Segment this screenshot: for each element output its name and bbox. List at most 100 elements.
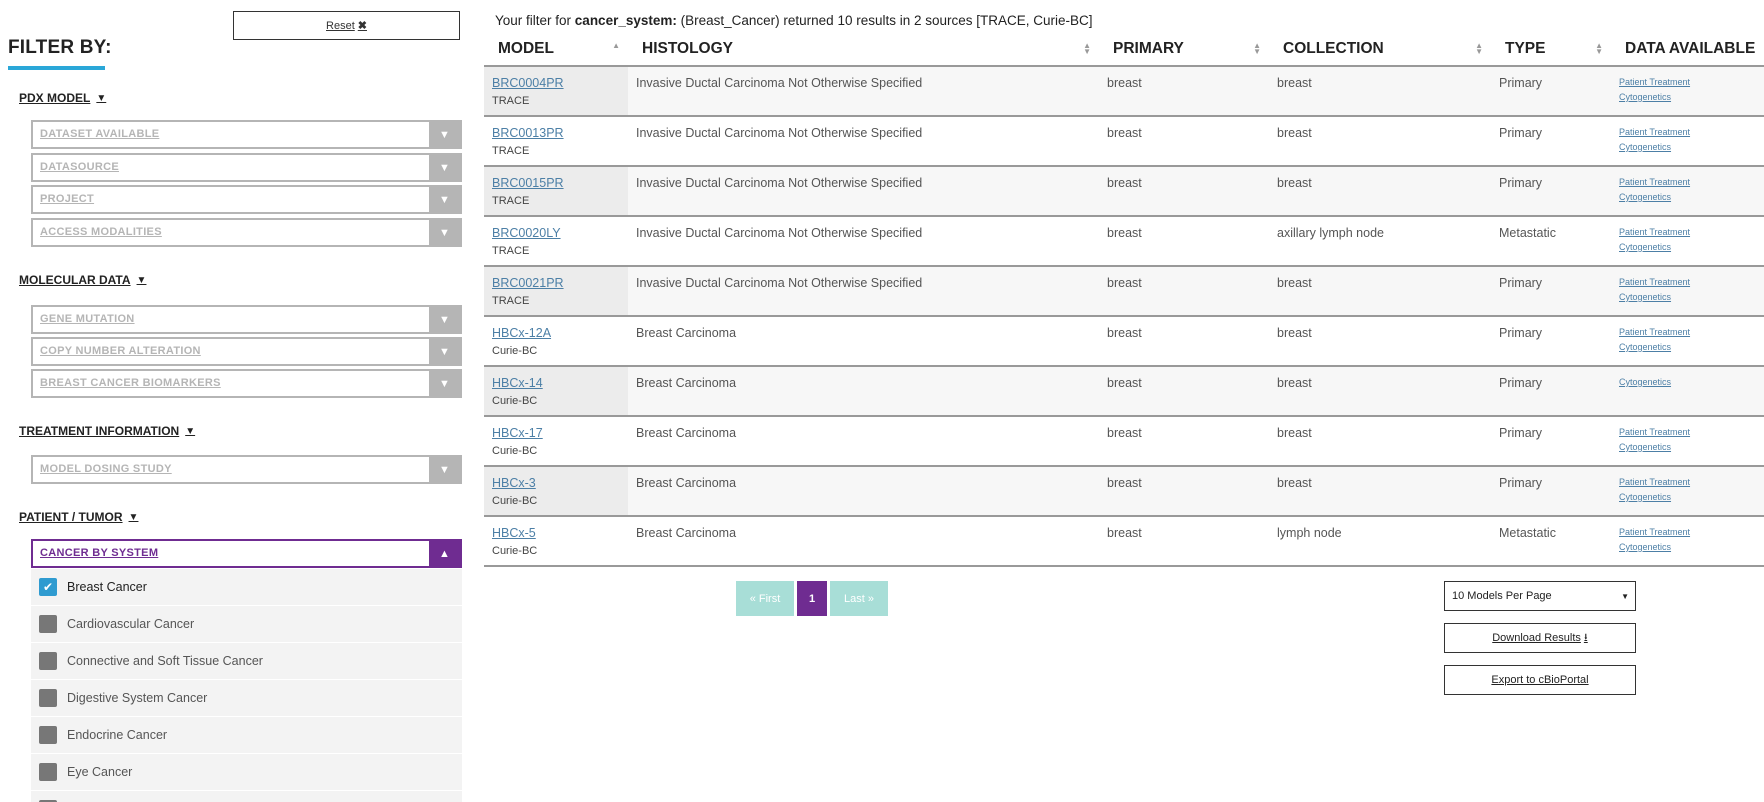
checkbox[interactable] bbox=[39, 615, 57, 633]
column-header[interactable]: DATA AVAILABLE bbox=[1611, 33, 1764, 67]
dropdown-datasource[interactable]: DATASOURCE ▼ bbox=[31, 153, 462, 182]
chevron-down-icon[interactable]: ▼ bbox=[429, 220, 460, 245]
data-available-link[interactable]: Cytogenetics bbox=[1619, 239, 1764, 256]
data-available-link[interactable]: Cytogenetics bbox=[1619, 439, 1764, 456]
data-available-cell: Patient Treatment Cytogenetics bbox=[1611, 66, 1764, 117]
model-cell: HBCx-5 Curie-BC bbox=[484, 516, 628, 567]
sort-icon[interactable]: ▲ ▼ bbox=[1595, 42, 1603, 56]
checkbox[interactable] bbox=[39, 726, 57, 744]
checkbox-option[interactable]: ✔ Breast Cancer bbox=[31, 569, 462, 606]
download-results-button[interactable]: Download Results ⭳ bbox=[1444, 623, 1636, 653]
data-available-link[interactable]: Cytogenetics bbox=[1619, 89, 1764, 106]
model-link[interactable]: BRC0004PR bbox=[492, 76, 628, 90]
checkbox-option[interactable]: Cardiovascular Cancer bbox=[31, 606, 462, 643]
column-header-label: PRIMARY bbox=[1113, 40, 1184, 57]
dropdown-dataset-available[interactable]: DATASET AVAILABLE ▼ bbox=[31, 120, 462, 149]
checkbox-option[interactable]: Connective and Soft Tissue Cancer bbox=[31, 643, 462, 680]
primary-cell: breast bbox=[1099, 516, 1269, 567]
chevron-down-icon[interactable]: ▼ bbox=[429, 187, 460, 212]
per-page-select[interactable]: 10 Models Per Page ▼ bbox=[1444, 581, 1636, 611]
dropdown-cancer-by-system[interactable]: CANCER BY SYSTEM ▲ bbox=[31, 539, 462, 568]
pager-first-button[interactable]: « First bbox=[736, 581, 794, 616]
check-icon: ✔ bbox=[42, 580, 54, 594]
checkbox-option[interactable] bbox=[31, 791, 462, 802]
data-available-cell: Patient Treatment Cytogenetics bbox=[1611, 466, 1764, 517]
column-header[interactable]: MODEL ▲ bbox=[484, 33, 628, 67]
checkbox[interactable] bbox=[39, 763, 57, 781]
sort-icon[interactable]: ▲ ▼ bbox=[1475, 42, 1483, 56]
data-available-link[interactable]: Cytogenetics bbox=[1619, 189, 1764, 206]
checkbox[interactable] bbox=[39, 652, 57, 670]
model-link[interactable]: BRC0020LY bbox=[492, 226, 628, 240]
sort-icon[interactable]: ▲ ▼ bbox=[1253, 42, 1261, 56]
collection-cell: breast bbox=[1269, 316, 1491, 367]
data-available-link[interactable]: Cytogenetics bbox=[1619, 539, 1764, 556]
model-link[interactable]: HBCx-17 bbox=[492, 426, 628, 440]
dropdown-label: CANCER BY SYSTEM bbox=[40, 547, 159, 559]
model-link[interactable]: HBCx-14 bbox=[492, 376, 628, 390]
section-treatment-information[interactable]: TREATMENT INFORMATION ▼ bbox=[19, 424, 195, 438]
model-source: Curie-BC bbox=[492, 495, 538, 507]
chevron-down-icon[interactable]: ▼ bbox=[429, 339, 460, 364]
pager-last-button[interactable]: Last » bbox=[830, 581, 888, 616]
checkbox-checked[interactable]: ✔ bbox=[39, 578, 57, 596]
section-patient-tumor[interactable]: PATIENT / TUMOR ▼ bbox=[19, 510, 138, 524]
model-link[interactable]: HBCx-12A bbox=[492, 326, 628, 340]
checkbox-label: Eye Cancer bbox=[67, 765, 133, 779]
table-row: BRC0004PR TRACE Invasive Ductal Carcinoma … bbox=[484, 66, 1764, 117]
data-available-link[interactable]: Cytogenetics bbox=[1619, 289, 1764, 306]
model-source: TRACE bbox=[492, 145, 530, 157]
checkbox-option[interactable]: Digestive System Cancer bbox=[31, 680, 462, 717]
data-available-cell: Patient Treatment Cytogenetics bbox=[1611, 416, 1764, 467]
model-source: Curie-BC bbox=[492, 345, 538, 357]
column-header[interactable]: PRIMARY ▲ ▼ bbox=[1099, 33, 1269, 67]
per-page-value: 10 Models Per Page bbox=[1452, 590, 1552, 602]
summary-field: cancer_system: bbox=[574, 13, 677, 28]
data-available-link[interactable]: Cytogenetics bbox=[1619, 489, 1764, 506]
chevron-down-icon[interactable]: ▼ bbox=[429, 307, 460, 332]
primary-cell: breast bbox=[1099, 66, 1269, 117]
checkbox-option[interactable]: Endocrine Cancer bbox=[31, 717, 462, 754]
dropdown-project[interactable]: PROJECT ▼ bbox=[31, 185, 462, 214]
model-source: TRACE bbox=[492, 245, 530, 257]
model-link[interactable]: BRC0013PR bbox=[492, 126, 628, 140]
dropdown-label: BREAST CANCER BIOMARKERS bbox=[40, 377, 221, 389]
collection-cell: breast bbox=[1269, 366, 1491, 417]
section-label: TREATMENT INFORMATION bbox=[19, 424, 180, 438]
dropdown-gene-mutation[interactable]: GENE MUTATION ▼ bbox=[31, 305, 462, 334]
chevron-down-icon[interactable]: ▼ bbox=[429, 457, 460, 482]
column-header[interactable]: COLLECTION ▲ ▼ bbox=[1269, 33, 1491, 67]
section-pdx-model[interactable]: PDX MODEL ▼ bbox=[19, 91, 106, 105]
column-header[interactable]: HISTOLOGY ▲ ▼ bbox=[628, 33, 1099, 67]
data-available-link[interactable]: Cytogenetics bbox=[1619, 374, 1764, 391]
primary-cell: breast bbox=[1099, 466, 1269, 517]
dropdown-label: PROJECT bbox=[40, 193, 95, 205]
section-molecular-data[interactable]: MOLECULAR DATA ▼ bbox=[19, 273, 146, 287]
data-available-link[interactable]: Cytogenetics bbox=[1619, 339, 1764, 356]
table-row: BRC0021PR TRACE Invasive Ductal Carcinoma … bbox=[484, 266, 1764, 317]
sort-icon[interactable]: ▲ ▼ bbox=[1083, 42, 1091, 56]
dropdown-model-dosing-study[interactable]: MODEL DOSING STUDY ▼ bbox=[31, 455, 462, 484]
dropdown-access-modalities[interactable]: ACCESS MODALITIES ▼ bbox=[31, 218, 462, 247]
export-cbioportal-button[interactable]: Export to cBioPortal bbox=[1444, 665, 1636, 695]
model-link[interactable]: HBCx-3 bbox=[492, 476, 628, 490]
column-header[interactable]: TYPE ▲ ▼ bbox=[1491, 33, 1611, 67]
chevron-up-icon[interactable]: ▲ bbox=[429, 541, 460, 566]
sort-icon[interactable]: ▲ bbox=[612, 42, 620, 50]
column-header-label: DATA AVAILABLE bbox=[1625, 40, 1756, 57]
reset-button[interactable]: Reset ✖ bbox=[233, 11, 460, 40]
model-link[interactable]: BRC0015PR bbox=[492, 176, 628, 190]
chevron-down-icon[interactable]: ▼ bbox=[429, 122, 460, 147]
pager-current-page[interactable]: 1 bbox=[797, 581, 827, 616]
type-cell: Primary bbox=[1491, 266, 1611, 317]
model-link[interactable]: BRC0021PR bbox=[492, 276, 628, 290]
checkbox-option[interactable]: Eye Cancer bbox=[31, 754, 462, 791]
dropdown-copy-number-alteration[interactable]: COPY NUMBER ALTERATION ▼ bbox=[31, 337, 462, 366]
chevron-down-icon[interactable]: ▼ bbox=[429, 371, 460, 396]
dropdown-breast-cancer-biomarkers[interactable]: BREAST CANCER BIOMARKERS ▼ bbox=[31, 369, 462, 398]
model-link[interactable]: HBCx-5 bbox=[492, 526, 628, 540]
chevron-down-icon[interactable]: ▼ bbox=[429, 155, 460, 180]
checkbox[interactable] bbox=[39, 689, 57, 707]
data-available-link[interactable]: Cytogenetics bbox=[1619, 139, 1764, 156]
data-available-cell: Patient Treatment Cytogenetics bbox=[1611, 266, 1764, 317]
